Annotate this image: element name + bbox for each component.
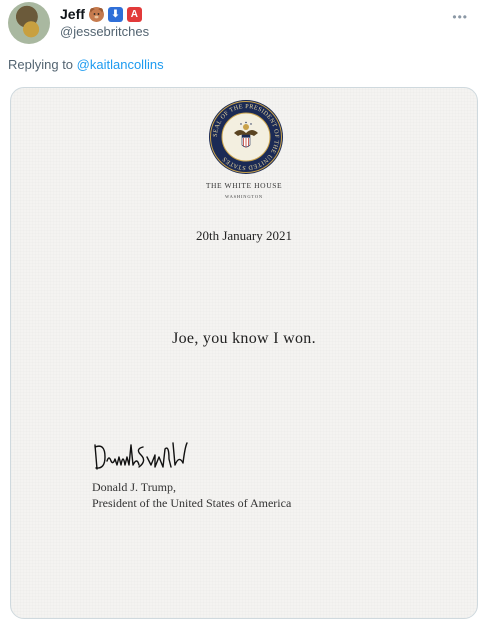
letterhead-title: THE WHITE HOUSE: [205, 181, 283, 190]
replying-to-link[interactable]: @kaitlancollins: [77, 57, 164, 72]
letter-date: 20th January 2021: [195, 228, 293, 243]
author-row: Jeff ⬇ A: [60, 6, 142, 22]
avatar[interactable]: [8, 2, 50, 44]
replying-prefix: Replying to: [8, 57, 74, 72]
signer-title: President of the United States of Americ…: [92, 496, 292, 510]
presidential-seal-icon: SEAL OF THE PRESIDENT OF THE UNITED STAT…: [209, 100, 283, 174]
display-name[interactable]: Jeff: [60, 6, 85, 22]
bear-emoji-icon: [88, 6, 104, 22]
letter-message: Joe, you know I won.: [172, 330, 316, 347]
replying-to-line: Replying to @kaitlancollins: [8, 57, 164, 72]
user-handle[interactable]: @jessebritches: [60, 24, 149, 39]
tweet-image[interactable]: SEAL OF THE PRESIDENT OF THE UNITED STAT…: [10, 87, 478, 619]
more-options-icon[interactable]: •••: [452, 10, 468, 24]
signer-name: Donald J. Trump,: [92, 480, 177, 494]
letterhead-subtitle: WASHINGTON: [225, 194, 263, 199]
letter-a-emoji-icon: A: [126, 6, 142, 22]
handwritten-signature: [94, 442, 188, 470]
down-arrow-emoji-icon: ⬇: [107, 6, 123, 22]
